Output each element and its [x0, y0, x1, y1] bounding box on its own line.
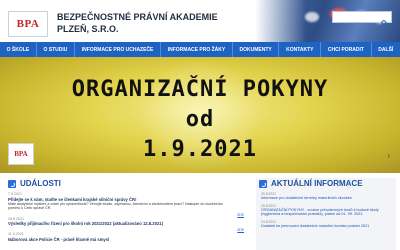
nav-informace-pro-uchazece[interactable]: INFORMACE PRO UCHAZEČE: [75, 42, 162, 57]
news-section: AKTUÁLNÍ INFORMACE 30.8.2021 Informace p…: [256, 178, 396, 250]
event-title[interactable]: Náborová akce Policie ČR - právě hlavně …: [8, 237, 248, 242]
nav-informace-pro-zaky[interactable]: INFORMACE PRO ŽÁKY: [161, 42, 233, 57]
school-title-line1: BEZPEČNOSTNÉ PRÁVNÍ AKADEMIE: [57, 12, 218, 22]
school-title[interactable]: BEZPEČNOSTNÉ PRÁVNÍ AKADEMIE PLZEŇ, S.R.…: [57, 11, 257, 35]
event-item[interactable]: 26.8.2021 Výsledky přijímacího řízení pr…: [8, 216, 248, 233]
event-item[interactable]: 7.9.2021 Přidejte se k nám, staňte se čl…: [8, 192, 248, 217]
nav-dalsi[interactable]: DALŠÍ: [372, 42, 400, 57]
news-link[interactable]: Dodatek ke jmenování dodatečné maturitní…: [261, 224, 391, 229]
nav-o-skole[interactable]: O ŠKOLE: [0, 42, 37, 57]
news-item[interactable]: 30.8.2021 Informace pro dodatečné termín…: [256, 192, 396, 201]
news-item[interactable]: 24.8.2021 Dodatek ke jmenování dodatečné…: [256, 220, 396, 229]
logo-text: BPA: [16, 18, 40, 30]
news-link[interactable]: Informace pro dodatečné termíny maturitn…: [261, 196, 391, 201]
news-link[interactable]: ORGANIZAČNÍ POKYNY - soubor prihodenných…: [261, 208, 391, 217]
news-title: AKTUÁLNÍ INFORMACE: [271, 179, 363, 188]
events-section: UDÁLOSTI 7.9.2021 Přidejte se k nám, sta…: [8, 178, 248, 250]
event-date: 11.3.2021: [8, 232, 24, 236]
event-date: 7.9.2021: [8, 192, 22, 196]
hero-heading: ORGANIZAČNÍ POKYNY: [71, 77, 329, 102]
nav-o-studiu[interactable]: O STUDIU: [37, 42, 76, 57]
search-input[interactable]: [331, 12, 381, 22]
nav-chci-poradit[interactable]: CHCI PORADIT: [321, 42, 372, 57]
news-item[interactable]: 25.8.2021 ORGANIZAČNÍ POKYNY - soubor pr…: [256, 204, 396, 217]
main-navigation: O ŠKOLE O STUDIU INFORMACE PRO UCHAZEČE …: [0, 42, 400, 57]
slider-next-icon[interactable]: ›: [387, 151, 390, 160]
school-logo[interactable]: BPA: [8, 11, 48, 37]
event-text: Máte analytické myšlení a vztah pro spra…: [8, 201, 223, 211]
site-header: BPA BEZPEČNOSTNÉ PRÁVNÍ AKADEMIE PLZEŇ, …: [0, 0, 400, 42]
nav-dokumenty[interactable]: DOKUMENTY: [233, 42, 280, 57]
rss-icon[interactable]: [8, 179, 16, 188]
search-box[interactable]: [331, 11, 392, 27]
rss-icon[interactable]: [259, 179, 267, 188]
hero-slider[interactable]: ORGANIZAČNÍ POKYNY od 1.9.2021 BPA ›: [0, 57, 400, 173]
school-title-line2: PLZEŇ, S.R.O.: [57, 24, 119, 34]
nav-kontakty[interactable]: KONTAKTY: [279, 42, 322, 57]
search-icon[interactable]: [381, 14, 388, 27]
hero-subheading: od: [185, 107, 215, 132]
events-title: UDÁLOSTI: [20, 179, 61, 188]
hero-logo: BPA: [8, 143, 34, 165]
events-header: UDÁLOSTI: [8, 178, 248, 189]
event-date: 26.8.2021: [8, 216, 24, 221]
event-title[interactable]: Výsledky přijímacího řízení pro školní r…: [8, 221, 248, 226]
event-item[interactable]: 11.3.2021 Náborová akce Policie ČR - prá…: [8, 232, 248, 242]
hero-date: 1.9.2021: [143, 137, 257, 162]
news-header: AKTUÁLNÍ INFORMACE: [256, 178, 396, 189]
hero-logo-text: BPA: [14, 150, 28, 158]
